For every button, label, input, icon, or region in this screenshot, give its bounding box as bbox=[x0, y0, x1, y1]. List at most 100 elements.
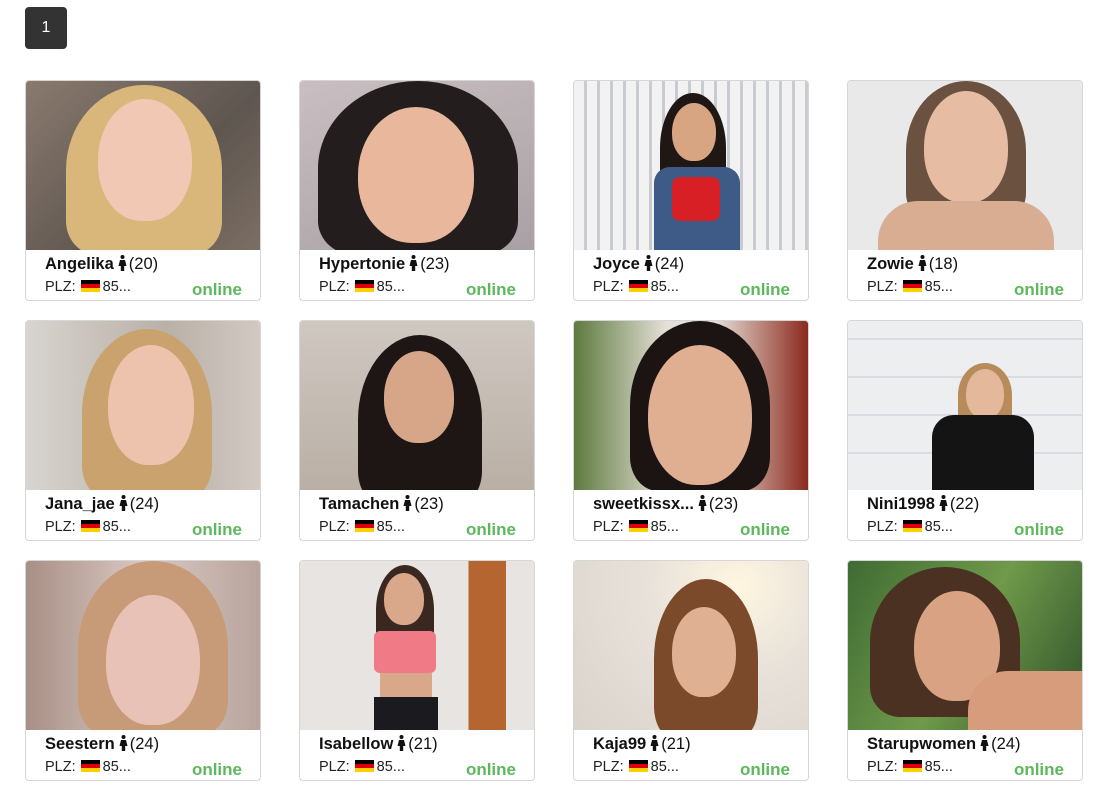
profile-card[interactable]: Joyce (24) PLZ: 85... online bbox=[573, 80, 809, 301]
female-icon bbox=[918, 255, 927, 271]
profile-age: (24) bbox=[129, 495, 160, 513]
female-icon bbox=[939, 495, 948, 511]
profile-card[interactable]: Kaja99 (21) PLZ: 85... online bbox=[573, 560, 809, 781]
profile-photo[interactable] bbox=[26, 561, 260, 730]
profile-photo[interactable] bbox=[574, 81, 808, 250]
plz-label: PLZ: bbox=[319, 279, 350, 295]
germany-flag-icon bbox=[354, 520, 374, 532]
plz-value: 85... bbox=[924, 519, 953, 535]
profile-age: (18) bbox=[928, 255, 959, 273]
profile-photo[interactable] bbox=[848, 81, 1082, 250]
profile-age: (20) bbox=[128, 255, 159, 273]
profile-age: (23) bbox=[414, 495, 444, 513]
profile-title: Kaja99 (21) bbox=[593, 734, 808, 754]
profile-info: Jana_jae (24) PLZ: 85... online bbox=[26, 490, 260, 540]
female-icon bbox=[119, 495, 128, 511]
profile-name: Tamachen bbox=[319, 495, 400, 513]
online-status: online bbox=[191, 520, 242, 539]
plz-label: PLZ: bbox=[593, 279, 624, 295]
profile-info: Joyce (24) PLZ: 85... online bbox=[574, 250, 808, 300]
profile-age: (22) bbox=[949, 495, 980, 513]
plz-value: 85... bbox=[650, 279, 679, 295]
profile-title: Angelika (20) bbox=[45, 254, 260, 274]
profile-title: Jana_jae (24) bbox=[45, 494, 260, 514]
profile-card[interactable]: Isabellow (21) PLZ: 85... online bbox=[299, 560, 535, 781]
plz-label: PLZ: bbox=[319, 519, 350, 535]
profile-photo[interactable] bbox=[574, 321, 808, 490]
profile-name: Nini1998 bbox=[867, 495, 935, 513]
female-icon bbox=[118, 255, 127, 271]
plz-label: PLZ: bbox=[593, 759, 624, 775]
profile-title: Hypertonie (23) bbox=[319, 254, 534, 274]
profile-info: Angelika (20) PLZ: 85... online bbox=[26, 250, 260, 300]
profile-title: Nini1998 (22) bbox=[867, 494, 1082, 514]
plz-label: PLZ: bbox=[867, 759, 898, 775]
profile-info: Seestern (24) PLZ: 85... online bbox=[26, 730, 260, 780]
profile-info: Zowie (18) PLZ: 85... online bbox=[848, 250, 1082, 300]
profile-age: (21) bbox=[408, 735, 438, 753]
profile-title: Isabellow (21) bbox=[319, 734, 534, 754]
profile-card[interactable]: Starupwomen (24) PLZ: 85... online bbox=[847, 560, 1083, 781]
plz-value: 85... bbox=[376, 279, 405, 295]
profile-photo[interactable] bbox=[574, 561, 808, 730]
germany-flag-icon bbox=[628, 280, 648, 292]
online-status: online bbox=[191, 280, 242, 299]
profile-title: sweetkissx... (23) bbox=[593, 494, 808, 514]
germany-flag-icon bbox=[80, 280, 100, 292]
online-status: online bbox=[465, 760, 516, 779]
profile-info: Nini1998 (22) PLZ: 85... online bbox=[848, 490, 1082, 540]
online-status: online bbox=[1013, 760, 1064, 779]
online-status: online bbox=[739, 520, 790, 539]
online-status: online bbox=[191, 760, 242, 779]
female-icon bbox=[980, 735, 989, 751]
profile-card[interactable]: Seestern (24) PLZ: 85... online bbox=[25, 560, 261, 781]
profile-title: Zowie (18) bbox=[867, 254, 1082, 274]
pagination-page-1[interactable]: 1 bbox=[25, 7, 67, 49]
female-icon bbox=[397, 735, 406, 751]
plz-value: 85... bbox=[376, 519, 405, 535]
plz-value: 85... bbox=[376, 759, 405, 775]
female-icon bbox=[119, 735, 128, 751]
profile-name: Joyce bbox=[593, 255, 640, 273]
profile-card[interactable]: Tamachen (23) PLZ: 85... online bbox=[299, 320, 535, 541]
plz-value: 85... bbox=[650, 759, 679, 775]
profile-info: Starupwomen (24) PLZ: 85... online bbox=[848, 730, 1082, 780]
profile-name: sweetkissx... bbox=[593, 495, 694, 513]
online-status: online bbox=[739, 760, 790, 779]
female-icon bbox=[644, 255, 653, 271]
profile-card[interactable]: Jana_jae (24) PLZ: 85... online bbox=[25, 320, 261, 541]
profile-title: Seestern (24) bbox=[45, 734, 260, 754]
profile-age: (24) bbox=[991, 735, 1021, 753]
profile-photo[interactable] bbox=[300, 81, 534, 250]
profile-photo[interactable] bbox=[300, 561, 534, 730]
profile-photo[interactable] bbox=[26, 81, 260, 250]
profile-age: (24) bbox=[654, 255, 685, 273]
profile-name: Angelika bbox=[45, 255, 114, 273]
profile-card[interactable]: Angelika (20) PLZ: 85... online bbox=[25, 80, 261, 301]
profile-name: Zowie bbox=[867, 255, 914, 273]
germany-flag-icon bbox=[80, 520, 100, 532]
profile-card[interactable]: Hypertonie (23) PLZ: 85... online bbox=[299, 80, 535, 301]
online-status: online bbox=[1013, 520, 1064, 539]
profile-photo[interactable] bbox=[300, 321, 534, 490]
plz-value: 85... bbox=[650, 519, 679, 535]
germany-flag-icon bbox=[80, 760, 100, 772]
profile-card[interactable]: Zowie (18) PLZ: 85... online bbox=[847, 80, 1083, 301]
plz-label: PLZ: bbox=[867, 519, 898, 535]
profile-photo[interactable] bbox=[26, 321, 260, 490]
plz-value: 85... bbox=[924, 759, 953, 775]
plz-value: 85... bbox=[102, 759, 131, 775]
online-status: online bbox=[465, 520, 516, 539]
profile-card[interactable]: sweetkissx... (23) PLZ: 85... online bbox=[573, 320, 809, 541]
profile-title: Joyce (24) bbox=[593, 254, 808, 274]
profile-info: Tamachen (23) PLZ: 85... online bbox=[300, 490, 534, 540]
profile-photo[interactable] bbox=[848, 561, 1082, 730]
profile-age: (23) bbox=[708, 495, 739, 513]
profile-name: Seestern bbox=[45, 735, 115, 753]
germany-flag-icon bbox=[902, 760, 922, 772]
profile-title: Tamachen (23) bbox=[319, 494, 534, 514]
profile-info: sweetkissx... (23) PLZ: 85... online bbox=[574, 490, 808, 540]
profile-name: Hypertonie bbox=[319, 255, 406, 273]
profile-photo[interactable] bbox=[848, 321, 1082, 490]
profile-card[interactable]: Nini1998 (22) PLZ: 85... online bbox=[847, 320, 1083, 541]
